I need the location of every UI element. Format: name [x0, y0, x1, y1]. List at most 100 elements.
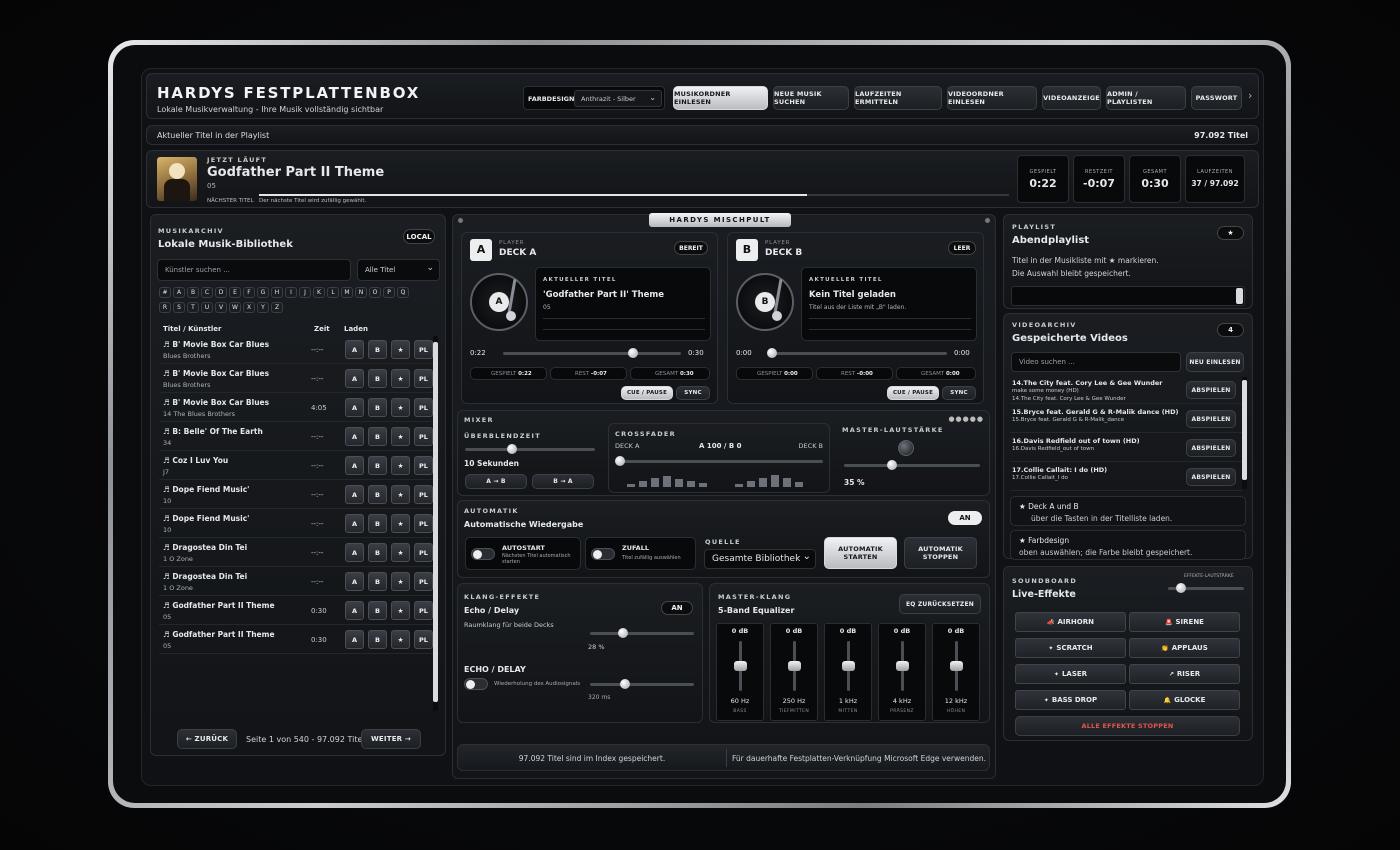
add-to-playlist-star-button[interactable]: ★	[391, 369, 410, 388]
table-row[interactable]: ♬ Dope Fiend Music' 10 --:-- A B ★ PL	[159, 481, 439, 509]
letter-filter-button[interactable]: R	[159, 302, 171, 313]
master-volume-slider-knob[interactable]	[886, 460, 897, 470]
add-to-playlist-star-button[interactable]: ★	[391, 601, 410, 620]
load-deck-b-button[interactable]: B	[368, 514, 387, 533]
video-item[interactable]: 16.Davis Redfield out of town (HD) 16.Da…	[1010, 434, 1242, 462]
eq-band-knob[interactable]	[842, 661, 855, 671]
table-row[interactable]: ♬ B' Movie Box Car Blues Blues Brothers …	[159, 336, 439, 364]
eq-band-slider[interactable]	[734, 641, 747, 691]
deck-a-cue-button[interactable]: CUE / PAUSE	[621, 386, 673, 400]
add-to-playlist-star-button[interactable]: ★	[391, 427, 410, 446]
deck-a-sync-button[interactable]: SYNC	[676, 386, 710, 400]
eq-band-slider[interactable]	[788, 641, 801, 691]
add-to-pl-button[interactable]: PL	[414, 514, 433, 533]
video-scrollbar-thumb[interactable]	[1242, 380, 1247, 480]
star-icon[interactable]: ★	[1217, 226, 1244, 240]
a-to-b-button[interactable]: A → B	[465, 474, 527, 489]
add-to-playlist-star-button[interactable]: ★	[391, 456, 410, 475]
letter-filter-button[interactable]: P	[383, 287, 395, 298]
letter-filter-button[interactable]: Q	[397, 287, 409, 298]
blend-slider[interactable]	[465, 444, 595, 454]
add-to-pl-button[interactable]: PL	[414, 427, 433, 446]
echo-slider[interactable]	[590, 679, 694, 689]
fx-slider-knob[interactable]	[618, 628, 628, 638]
zufall-toggle[interactable]	[591, 548, 615, 560]
soundboard-scratch-button[interactable]: ✦ SCRATCH	[1015, 638, 1126, 658]
letter-filter-button[interactable]: U	[201, 302, 213, 313]
b-to-a-button[interactable]: B → A	[532, 474, 594, 489]
eq-band-slider[interactable]	[842, 641, 855, 691]
letter-filter-button[interactable]: H	[271, 287, 283, 298]
add-to-playlist-star-button[interactable]: ★	[391, 630, 410, 649]
add-to-pl-button[interactable]: PL	[414, 369, 433, 388]
add-to-playlist-star-button[interactable]: ★	[391, 398, 410, 417]
back-button[interactable]: ← ZURÜCK	[177, 729, 237, 749]
title-filter-select[interactable]: Alle Titel ⌄	[357, 259, 440, 281]
add-to-pl-button[interactable]: PL	[414, 572, 433, 591]
autostart-box[interactable]: AUTOSTART Nächsten Titel automatisch sta…	[465, 537, 581, 570]
letter-filter-button[interactable]: A	[173, 287, 185, 298]
soundboard-airhorn-button[interactable]: 📣 AIRHORN	[1015, 612, 1126, 632]
load-deck-a-button[interactable]: A	[345, 398, 364, 417]
eq-band-slider[interactable]	[896, 641, 909, 691]
letter-filter-button[interactable]: #	[159, 287, 171, 298]
fx-badge[interactable]: AN	[661, 601, 693, 615]
video-item[interactable]: 14.The City feat. Cory Lee & Gee Wunder …	[1010, 376, 1242, 404]
chevron-right-icon[interactable]: ›	[1248, 89, 1252, 102]
soundboard-laser-button[interactable]: ✦ LASER	[1015, 664, 1126, 684]
table-row[interactable]: ♬ Dope Fiend Music' 10 --:-- A B ★ PL	[159, 510, 439, 538]
letter-filter-button[interactable]: F	[243, 287, 255, 298]
blend-slider-knob[interactable]	[507, 444, 517, 454]
nav-videoordner-einlesen[interactable]: VIDEOORDNER EINLESEN	[947, 86, 1037, 110]
letter-filter-button[interactable]: C	[201, 287, 213, 298]
load-deck-b-button[interactable]: B	[368, 630, 387, 649]
load-deck-b-button[interactable]: B	[368, 601, 387, 620]
table-row[interactable]: ♬ B: Belle' Of The Earth 34 --:-- A B ★ PL	[159, 423, 439, 451]
load-deck-a-button[interactable]: A	[345, 427, 364, 446]
master-volume-knob[interactable]	[898, 440, 914, 456]
eq-reset-button[interactable]: EQ ZURÜCKSETZEN	[899, 594, 981, 614]
table-row[interactable]: ♬ Dragostea Din Tei 1 O Zone --:-- A B ★ PL	[159, 539, 439, 567]
letter-filter-button[interactable]: L	[327, 287, 339, 298]
fx-volume-slider[interactable]	[1168, 583, 1244, 593]
video-play-button[interactable]: ABSPIELEN	[1186, 410, 1236, 428]
add-to-pl-button[interactable]: PL	[414, 398, 433, 417]
add-to-pl-button[interactable]: PL	[414, 456, 433, 475]
zufall-box[interactable]: ZUFALL Titel zufällig auswählen	[585, 537, 696, 570]
letter-filter-button[interactable]: B	[187, 287, 199, 298]
deck-b-cue-button[interactable]: CUE / PAUSE	[887, 386, 939, 400]
automatik-badge[interactable]: AN	[948, 511, 982, 525]
load-deck-b-button[interactable]: B	[368, 485, 387, 504]
letter-filter-button[interactable]: W	[229, 302, 241, 313]
deck-b-progress-knob[interactable]	[767, 348, 777, 358]
video-scrollbar[interactable]	[1242, 377, 1247, 489]
nav-admin-playlisten[interactable]: ADMIN / PLAYLISTEN	[1106, 86, 1186, 110]
deck-b-sync-button[interactable]: SYNC	[942, 386, 976, 400]
video-play-button[interactable]: ABSPIELEN	[1186, 439, 1236, 457]
soundboard-sirene-button[interactable]: 🚨 SIRENE	[1129, 612, 1240, 632]
table-row[interactable]: ♬ Godfather Part II Theme 05 0:30 A B ★ PL	[159, 626, 439, 654]
eq-band-slider[interactable]	[950, 641, 963, 691]
eq-band-knob[interactable]	[896, 661, 909, 671]
table-row[interactable]: ♬ Dragostea Din Tei 1 O Zone --:-- A B ★ PL	[159, 568, 439, 596]
letter-filter-button[interactable]: K	[313, 287, 325, 298]
video-play-button[interactable]: ABSPIELEN	[1186, 381, 1236, 399]
add-to-playlist-star-button[interactable]: ★	[391, 572, 410, 591]
soundboard-glocke-button[interactable]: 🔔 GLOCKE	[1129, 690, 1240, 710]
nav-videoanzeige[interactable]: VIDEOANZEIGE	[1042, 86, 1101, 110]
video-item[interactable]: 15.Bryce feat. Gerald G & R-Malik dance …	[1010, 405, 1242, 433]
eq-band-knob[interactable]	[950, 661, 963, 671]
soundboard-applaus-button[interactable]: 👏 APPLAUS	[1129, 638, 1240, 658]
table-row[interactable]: ♬ B' Movie Box Car Blues 14 The Blues Br…	[159, 394, 439, 422]
echo-slider-knob[interactable]	[620, 679, 630, 689]
letter-filter-button[interactable]: N	[355, 287, 367, 298]
load-deck-a-button[interactable]: A	[345, 340, 364, 359]
nav-musikordner-einlesen[interactable]: MUSIKORDNER EINLESEN	[673, 86, 768, 110]
deck-a-progress[interactable]	[503, 348, 681, 358]
load-deck-a-button[interactable]: A	[345, 485, 364, 504]
add-to-playlist-star-button[interactable]: ★	[391, 514, 410, 533]
artist-search-input[interactable]: Künstler suchen ...	[157, 259, 351, 281]
add-to-pl-button[interactable]: PL	[414, 543, 433, 562]
fx-volume-knob[interactable]	[1176, 583, 1186, 593]
load-deck-b-button[interactable]: B	[368, 427, 387, 446]
